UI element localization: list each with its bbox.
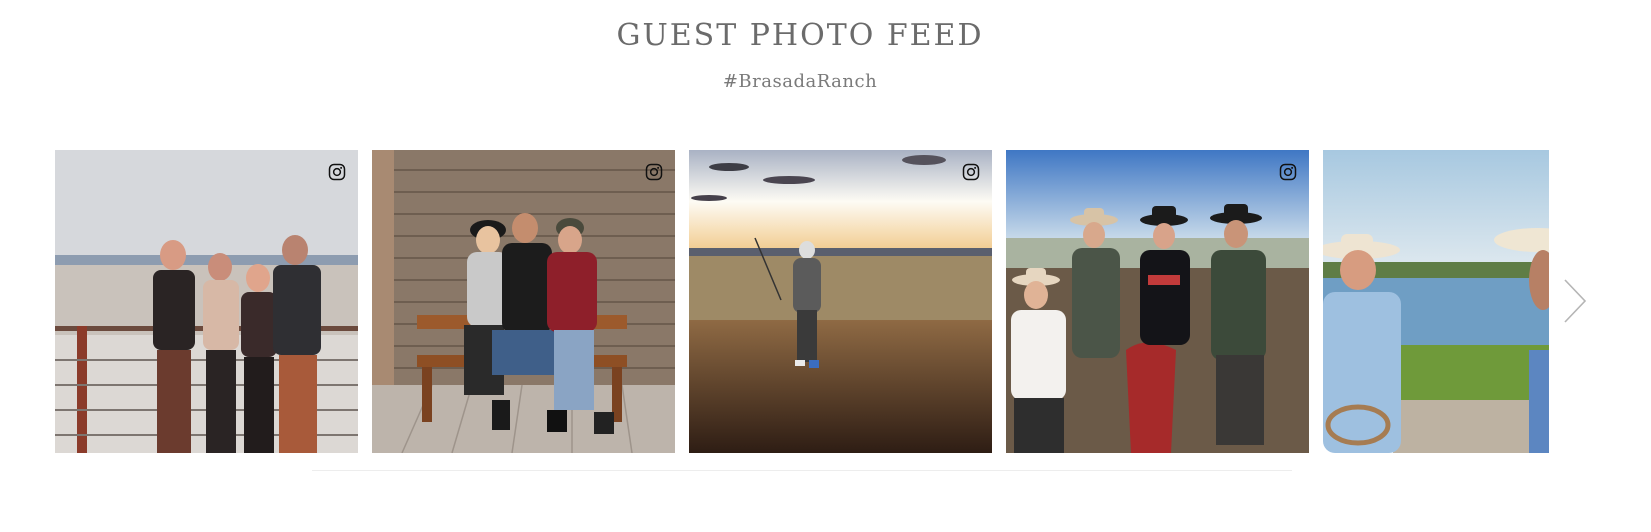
photo-tile-cowboy-by-pond[interactable]	[1323, 150, 1549, 453]
photo-tile-cowboys-group[interactable]	[1006, 150, 1309, 453]
golfer-at-sunset-photo	[689, 150, 992, 453]
feed-title: GUEST PHOTO FEED	[616, 18, 984, 53]
cowboys-group-photo	[1006, 150, 1309, 453]
friends-on-deck-photo	[55, 150, 358, 453]
women-on-bench-photo	[372, 150, 675, 453]
feed-hashtag: #BrasadaRanch	[722, 71, 878, 92]
instagram-icon	[1279, 163, 1297, 181]
chevron-right-icon[interactable]	[1561, 278, 1589, 324]
photo-tile-friends-on-deck[interactable]	[55, 150, 358, 453]
divider	[312, 470, 1292, 471]
instagram-icon	[645, 163, 663, 181]
photo-tile-women-on-bench[interactable]	[372, 150, 675, 453]
photo-carousel	[55, 150, 1549, 453]
instagram-icon	[328, 163, 346, 181]
photo-tile-golfer-at-sunset[interactable]	[689, 150, 992, 453]
instagram-icon	[962, 163, 980, 181]
cowboy-by-pond-photo	[1323, 150, 1549, 453]
